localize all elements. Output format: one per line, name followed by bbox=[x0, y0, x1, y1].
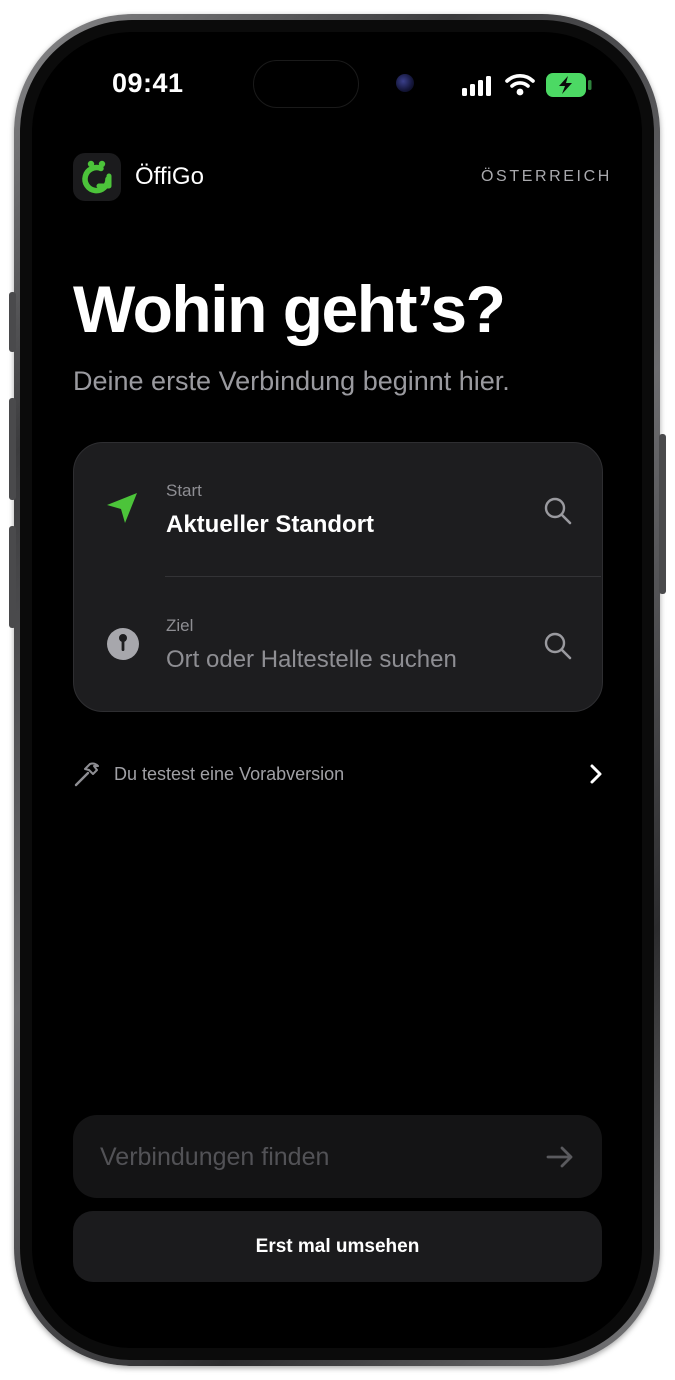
volume-up-button bbox=[9, 398, 16, 500]
app-name: ÖffiGo bbox=[135, 163, 204, 190]
start-label: Start bbox=[166, 481, 202, 500]
page-title: Wohin geht’s? bbox=[73, 272, 506, 346]
arrow-right-icon bbox=[546, 1146, 573, 1168]
location-arrow-icon bbox=[107, 493, 137, 523]
logo-icon bbox=[82, 160, 112, 194]
signal-icon bbox=[462, 76, 491, 96]
status-time: 09:41 bbox=[112, 68, 184, 98]
start-field[interactable] bbox=[73, 442, 601, 576]
destination-label: Ziel bbox=[166, 616, 194, 635]
destination-input[interactable]: Ort oder Haltestelle suchen bbox=[166, 646, 457, 674]
volume-down-button bbox=[9, 526, 16, 628]
start-value: Aktueller Standort bbox=[166, 511, 375, 538]
action-button bbox=[9, 292, 16, 352]
page-subtitle: Deine erste Verbindung beginnt hier. bbox=[73, 366, 510, 396]
pin-icon bbox=[107, 628, 139, 660]
find-connections-label: Verbindungen finden bbox=[100, 1143, 330, 1171]
browse-label: Erst mal umsehen bbox=[255, 1236, 420, 1257]
hammer-icon bbox=[74, 762, 99, 787]
search-icon[interactable] bbox=[543, 631, 573, 661]
wifi-icon bbox=[505, 74, 535, 96]
destination-field[interactable] bbox=[73, 577, 601, 710]
beta-notice-text: Du testest eine Vorabversion bbox=[114, 764, 345, 784]
battery-icon bbox=[546, 73, 592, 97]
app-logo bbox=[73, 153, 121, 201]
region-selector[interactable]: ÖSTERREICH bbox=[481, 168, 612, 186]
power-button bbox=[659, 434, 666, 594]
chevron-right-icon bbox=[590, 764, 602, 784]
search-icon[interactable] bbox=[543, 496, 573, 526]
dynamic-island bbox=[253, 60, 359, 108]
camera-lens bbox=[396, 74, 414, 92]
